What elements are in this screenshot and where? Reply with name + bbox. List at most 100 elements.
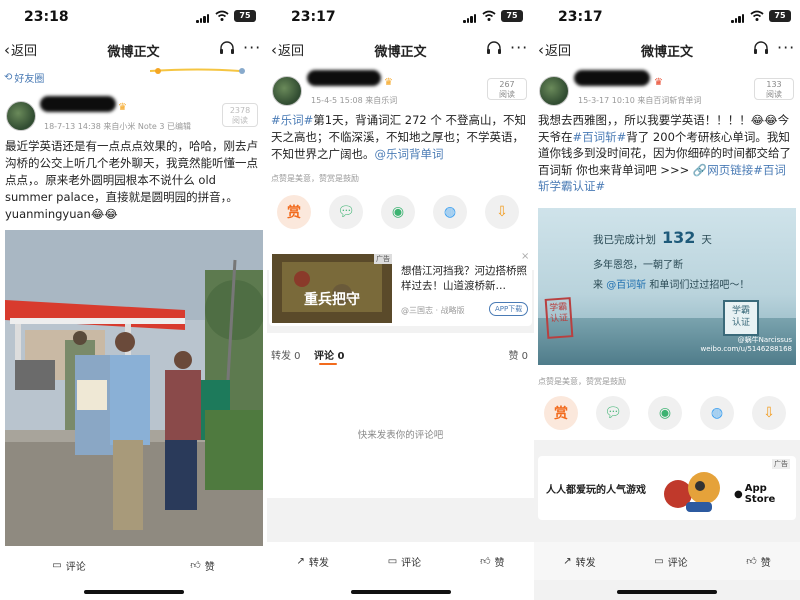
- like-label: 赞: [494, 557, 505, 569]
- more-icon[interactable]: ···: [510, 38, 528, 57]
- comment-label: 评论: [667, 557, 688, 569]
- comment-button[interactable]: ▭ 评论: [388, 554, 421, 569]
- moments-share-button[interactable]: ◉: [648, 396, 682, 430]
- ad-card[interactable]: 人人都爱玩的人气游戏 广告 ● App Store: [538, 456, 796, 520]
- status-time: 23:17: [291, 9, 336, 25]
- wechat-share-button[interactable]: 💬︎: [329, 195, 363, 229]
- post-date: 18-7-13 14:38: [44, 122, 101, 131]
- chevron-left-icon: ‹: [538, 40, 544, 59]
- status-bar: 23:18 75: [0, 0, 267, 36]
- post-image[interactable]: 我已完成计划 132 天 多年恩怨，一朝了断 来 @百词斩 和单词们过过招吧～！…: [538, 208, 796, 365]
- friends-circle-link[interactable]: ⟲ 好友圈: [4, 70, 44, 85]
- username-redacted[interactable]: [307, 70, 381, 86]
- comment-icon: ▭: [52, 559, 62, 571]
- app-store-badge[interactable]: ● App Store: [734, 483, 796, 505]
- download-button[interactable]: ⇩: [752, 396, 786, 430]
- watermark: @蜗牛Narcissus weibo.com/u/5146288168: [701, 336, 792, 354]
- post-text: 最近学英语还是有一点点点效果的，哈哈，刚去卢沟桥的公交上听几个老外聊天，我竟然能…: [5, 139, 258, 204]
- more-icon[interactable]: ···: [243, 38, 261, 57]
- post-date: 15-3-17 10:10: [578, 96, 635, 105]
- hashtag-link[interactable]: #乐词#: [271, 113, 313, 127]
- action-bar: ↗ 转发 ▭ 评论 👍︎ 赞: [534, 542, 800, 580]
- like-button[interactable]: 👍︎ 赞: [190, 558, 214, 573]
- post-photo[interactable]: [5, 230, 263, 546]
- post-source: 来自百词斩背单词: [637, 96, 702, 105]
- app-store-label: App Store: [744, 483, 776, 505]
- close-icon[interactable]: ×: [521, 251, 529, 262]
- ad-badge: 广告: [374, 254, 392, 264]
- read-label: 阅读: [232, 116, 248, 125]
- username-redacted[interactable]: [40, 96, 116, 112]
- tab-comment[interactable]: 评论 0: [314, 347, 344, 362]
- username-redacted[interactable]: [574, 70, 650, 86]
- wechat-share-button[interactable]: 💬︎: [596, 396, 630, 430]
- download-button[interactable]: ⇩: [485, 195, 519, 229]
- avatar[interactable]: [539, 76, 569, 106]
- read-count: 133: [766, 80, 782, 89]
- post-body: 我想去西雅图，，所以我要学英语！！！！😂😂今天爷在#百词斩#背了 200个考研核…: [538, 112, 796, 195]
- listen-icon[interactable]: [752, 41, 770, 55]
- thumbs-up-icon: 👍︎: [746, 556, 757, 567]
- comment-icon: ▭: [654, 555, 664, 567]
- friends-icon: ⟲: [4, 72, 13, 83]
- avatar[interactable]: [6, 101, 36, 131]
- wechat-icon: 💬︎: [604, 405, 622, 421]
- like-button[interactable]: 👍︎ 赞: [746, 554, 770, 569]
- mention-link[interactable]: @乐词背单词: [375, 147, 444, 161]
- ad-badge: 广告: [772, 459, 790, 469]
- back-button[interactable]: ‹ 返回: [538, 40, 571, 60]
- back-label: 返回: [11, 44, 38, 59]
- moments-icon: ◉: [658, 405, 672, 421]
- image-line-3: 来 @百词斩 和单词们过过招吧～！: [593, 276, 749, 291]
- reward-button[interactable]: 赏: [544, 396, 578, 430]
- repost-label: 转发: [308, 557, 329, 569]
- back-button[interactable]: ‹ 返回: [271, 40, 305, 60]
- friends-label: 好友圈: [14, 74, 45, 85]
- ad-game-art: [664, 472, 720, 512]
- battery-icon: 75: [501, 10, 523, 22]
- wifi-icon: [215, 10, 229, 21]
- wechat-icon: 💬︎: [337, 204, 355, 220]
- back-label: 返回: [278, 44, 305, 59]
- download-icon: ⇩: [763, 405, 775, 421]
- back-button[interactable]: ‹ 返回: [4, 40, 38, 60]
- status-time: 23:17: [558, 9, 603, 25]
- qq-share-button[interactable]: ◍: [700, 396, 734, 430]
- vip-crown-icon: ♛: [384, 77, 393, 88]
- web-link[interactable]: 🔗网页链接: [693, 163, 753, 177]
- more-icon[interactable]: ···: [777, 38, 795, 57]
- watermark-url: weibo.com/u/5146288168: [700, 345, 792, 353]
- comment-button[interactable]: ▭ 评论: [654, 554, 687, 569]
- ad-image: 重兵把守: [272, 254, 392, 323]
- moments-share-button[interactable]: ◉: [381, 195, 415, 229]
- tab-like[interactable]: 赞 0: [508, 347, 528, 362]
- ad-card[interactable]: 重兵把守 广告 × 想借江河挡我？河边搭桥照样过去！山道渡桥新… @三国志 · …: [269, 251, 532, 326]
- repost-button[interactable]: ↗ 转发: [296, 554, 328, 569]
- ad-source: @三国志 · 战略版: [401, 306, 465, 315]
- like-button[interactable]: 👍︎ 赞: [480, 554, 504, 569]
- post-date: 15-4-5 15:08: [311, 96, 363, 105]
- listen-icon[interactable]: [485, 41, 503, 55]
- logo-badge: 学霸 认证: [723, 300, 759, 336]
- reward-label: 赏: [554, 406, 568, 422]
- repost-button[interactable]: ↗ 转发: [563, 554, 595, 569]
- app-download-button[interactable]: APP下载: [489, 302, 529, 316]
- read-count: 267: [499, 80, 515, 89]
- watermark-name: @蜗牛Narcissus: [737, 336, 792, 344]
- qq-icon: ◍: [443, 204, 457, 220]
- ad-image-text: 重兵把守: [304, 291, 360, 308]
- action-bar: ↗ 转发 ▭ 评论 👍︎ 赞: [267, 542, 534, 580]
- repost-label: 转发: [575, 557, 596, 569]
- comment-button[interactable]: ▭ 评论: [52, 558, 85, 573]
- reward-label: 赏: [287, 205, 301, 221]
- signal-icon: [463, 13, 476, 23]
- reward-button[interactable]: 赏: [277, 195, 311, 229]
- chevron-left-icon: ‹: [271, 40, 277, 59]
- qq-share-button[interactable]: ◍: [433, 195, 467, 229]
- vip-crown-icon: ♛: [118, 102, 127, 113]
- tab-indicator: [319, 363, 337, 365]
- listen-icon[interactable]: [218, 41, 236, 55]
- tab-repost[interactable]: 转发 0: [271, 347, 301, 362]
- avatar[interactable]: [272, 76, 302, 106]
- hashtag-link[interactable]: #百词斩#: [573, 130, 627, 144]
